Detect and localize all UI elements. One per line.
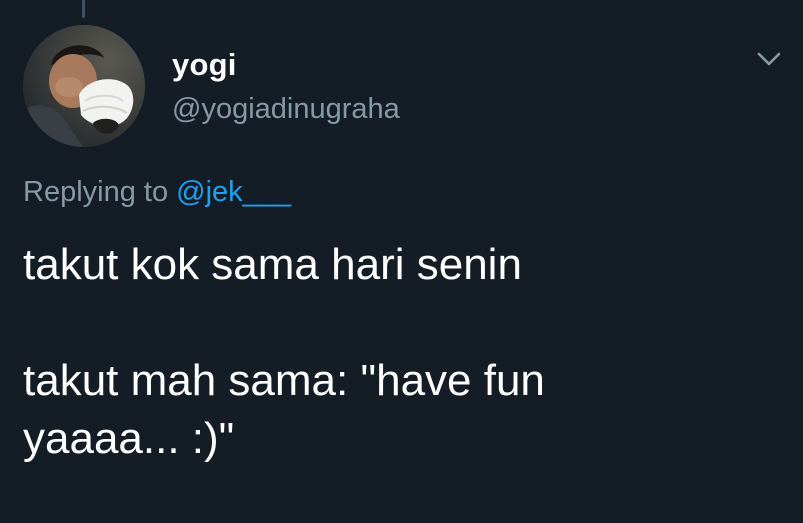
tweet-body: takut kok sama hari senin takut mah sama… [23, 236, 763, 468]
thread-connector-line [82, 0, 85, 18]
reply-context: Replying to @jek___ [23, 176, 291, 209]
tweet-text-line: takut kok sama hari senin [23, 240, 522, 289]
tweet-menu-button[interactable] [752, 42, 786, 76]
tweet-text-line: takut mah sama: "have fun [23, 356, 545, 405]
reply-mention-link[interactable]: @jek___ [176, 176, 291, 208]
author-handle[interactable]: @yogiadinugraha [172, 93, 400, 126]
tweet-text-line: yaaaa... :)" [23, 414, 235, 463]
reply-context-prefix: Replying to [23, 176, 169, 208]
tweet-text-line [23, 294, 763, 352]
avatar[interactable] [23, 25, 145, 147]
author-display-name[interactable]: yogi [172, 47, 237, 83]
chevron-down-icon [757, 52, 781, 66]
profile-photo-icon [23, 25, 145, 147]
